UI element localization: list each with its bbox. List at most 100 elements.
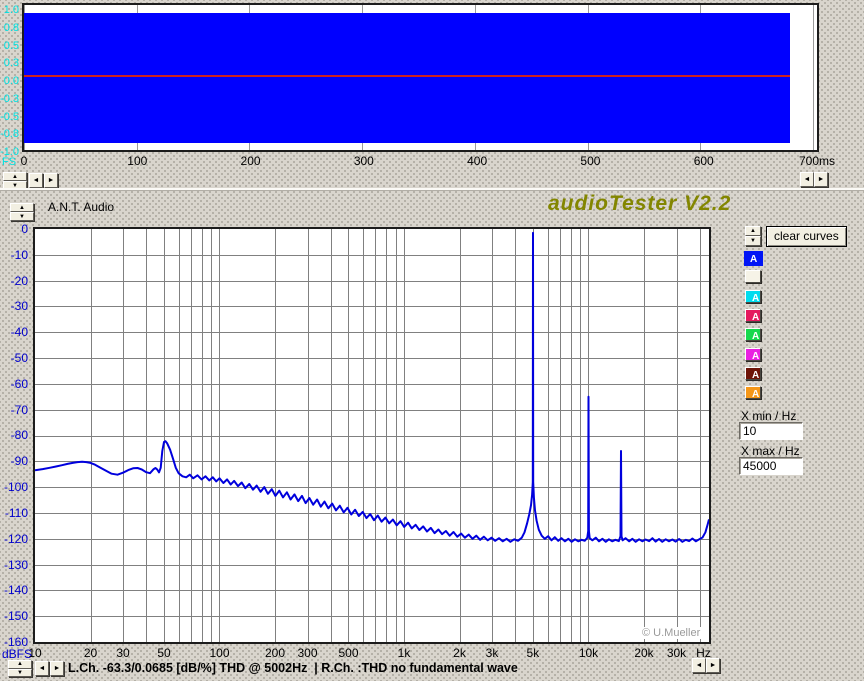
x-max-label: X max / Hz [741, 444, 800, 458]
waveform-zero-line [24, 75, 791, 77]
spectrum-y-tick-label: -140 [3, 583, 28, 598]
waveform-x-tick-label: 500 [580, 154, 601, 168]
curve-color-buttons: AAAAAAA [744, 251, 766, 411]
x-min-input[interactable] [739, 422, 803, 440]
spectrum-x-tick-label: 2k [453, 646, 466, 660]
spectrum-x-tick-label: 100 [209, 646, 230, 660]
spectrum-y-tick-label: -120 [3, 531, 28, 546]
section-divider [0, 188, 864, 191]
status-text: L.Ch. -63.3/0.0685 [dB/%] THD @ 5002Hz |… [68, 661, 518, 675]
waveform-y-tick-label: -0.8 [0, 128, 19, 141]
waveform-x-tick-label: 300 [353, 154, 374, 168]
spin-up-icon: ▲ [750, 228, 756, 234]
spectrum-y-tick-label: -70 [10, 402, 28, 417]
waveform-plot [22, 3, 819, 152]
spectrum-y-axis: 0 -10 -20 -30 -40 -50 -60 -70 -80 -90 -100 -110 -120… [0, 222, 30, 649]
waveform-right-scroll-left-button[interactable]: ◄ [800, 172, 814, 187]
arrow-right-icon: ► [817, 176, 825, 183]
spectrum-y-tick-label: -80 [10, 428, 28, 443]
spectrum-x-tick-label: 500 [338, 646, 359, 660]
spectrum-x-tick-label: 200 [264, 646, 286, 660]
waveform-x-tick-label: 200 [240, 154, 261, 168]
waveform-scroll-left-button[interactable]: ◄ [29, 173, 43, 188]
waveform-y-tick-label: 0.5 [3, 39, 19, 52]
x-max-input[interactable] [739, 457, 803, 475]
waveform-gridline [813, 5, 814, 150]
arrow-left-icon: ◄ [38, 665, 46, 672]
waveform-y-tick-label: 0.3 [3, 57, 19, 70]
waveform-y-unit-label: FS [2, 156, 17, 168]
curve-color-button-4[interactable]: A [745, 308, 761, 323]
waveform-y-tick-label: 0.0 [3, 75, 19, 87]
spectrum-y-tick-label: -30 [10, 299, 28, 314]
waveform-scroll-right-button[interactable]: ► [44, 173, 58, 188]
spin-up-icon: ▲ [12, 173, 18, 180]
spectrum-x-tick-label: 3k [485, 646, 499, 660]
spectrum-x-axis: 10 20 30 50 100 200 300 500 1k 2k 3k 5k 10k 20k 30k Hz [28, 646, 725, 660]
spectrum-x-tick-label: 1k [397, 646, 411, 660]
spin-up-button[interactable]: ▲ [745, 226, 761, 236]
waveform-x-tick-label: 100 [127, 154, 148, 168]
status-scroll-right-button[interactable]: ► [50, 661, 64, 676]
spectrum-y-tick-label: -130 [3, 557, 28, 572]
copyright-label: © U.Mueller [640, 627, 703, 639]
spectrum-y-tick-label: -20 [10, 273, 28, 288]
spin-down-icon: ▼ [19, 213, 25, 220]
spectrum-y-tick-label: -60 [10, 376, 28, 391]
waveform-right-scroll-right-button[interactable]: ► [814, 172, 828, 187]
spin-down-icon: ▼ [750, 238, 756, 244]
arrow-right-icon: ► [53, 665, 61, 672]
spectrum-x-tick-label: 20 [83, 646, 98, 660]
spectrum-x-tick-label: 10k [578, 646, 599, 660]
spectrum-x-tick-label: 300 [297, 646, 318, 660]
waveform-x-tick-label: 600 [693, 154, 714, 168]
curve-color-button-5[interactable]: A [745, 328, 761, 342]
curve-select-spinner: ▲ ▼ [745, 226, 761, 246]
waveform-y-tick-label: 0.8 [3, 21, 19, 34]
audiotester-window: 1.0 0.8 0.5 0.3 0.0 -0.3 -0.5 -0.8 -1.0 FS 0 100 2… [0, 0, 864, 681]
spin-up-button[interactable]: ▲ [3, 172, 27, 181]
curve-color-button-7[interactable]: A [745, 366, 761, 381]
arrow-right-icon: ► [709, 662, 717, 669]
waveform-x-axis: 0 100 200 300 400 500 600 700ms [21, 154, 835, 168]
waveform-y-tick-label: -0.5 [0, 110, 19, 123]
app-title: audioTester V2.2 [548, 192, 732, 215]
spectrum-y-tick-label: -90 [10, 454, 28, 469]
status-scroll-left-button[interactable]: ◄ [35, 661, 49, 676]
spin-down-button[interactable]: ▼ [10, 212, 34, 221]
waveform-x-tick-label: 700ms [798, 154, 836, 168]
spectrum-y-tick-label: -50 [10, 351, 28, 366]
spectrum-y-tick-label: -40 [10, 325, 28, 340]
spin-up-icon: ▲ [17, 661, 23, 668]
x-min-label: X min / Hz [741, 409, 797, 423]
spectrum-trace [35, 231, 709, 543]
spectrum-scroll-left-button[interactable]: ◄ [692, 658, 706, 673]
spectrum-y-tick-label: -110 [4, 505, 28, 520]
arrow-left-icon: ◄ [803, 176, 811, 183]
spectrum-y-tick-label: -10 [10, 247, 28, 262]
spectrum-x-tick-label: 30 [116, 646, 130, 660]
spectrum-scroll-right-button[interactable]: ► [706, 658, 720, 673]
arrow-right-icon: ► [47, 177, 55, 184]
spin-down-icon: ▼ [17, 669, 23, 676]
spectrum-x-tick-label: 20k [634, 646, 654, 660]
spin-down-button[interactable]: ▼ [8, 668, 32, 677]
spin-up-button[interactable]: ▲ [8, 660, 32, 669]
clear-curves-button[interactable]: clear curves [766, 226, 847, 247]
spectrum-y-tick-label: -150 [3, 609, 28, 624]
spin-up-button[interactable]: ▲ [10, 203, 34, 212]
curve-color-button-1[interactable]: A [744, 251, 763, 266]
spectrum-x-tick-label: 30k [666, 646, 687, 660]
spectrum-y-tick-label: -100 [3, 480, 28, 495]
arrow-left-icon: ◄ [695, 662, 703, 669]
status-spinner: ▲ ▼ [8, 660, 32, 677]
curve-color-button-3[interactable]: A [745, 289, 761, 304]
curve-color-button-6[interactable]: A [745, 347, 761, 362]
curve-color-button-8[interactable]: A [745, 386, 761, 400]
curve-color-button-2[interactable] [745, 270, 761, 284]
spectrum-svg [35, 229, 709, 642]
spectrum-scale-spinner: ▲ ▼ [10, 203, 34, 221]
waveform-signal [24, 13, 791, 143]
spin-down-button[interactable]: ▼ [745, 236, 761, 246]
waveform-x-tick-label: 400 [467, 154, 488, 168]
